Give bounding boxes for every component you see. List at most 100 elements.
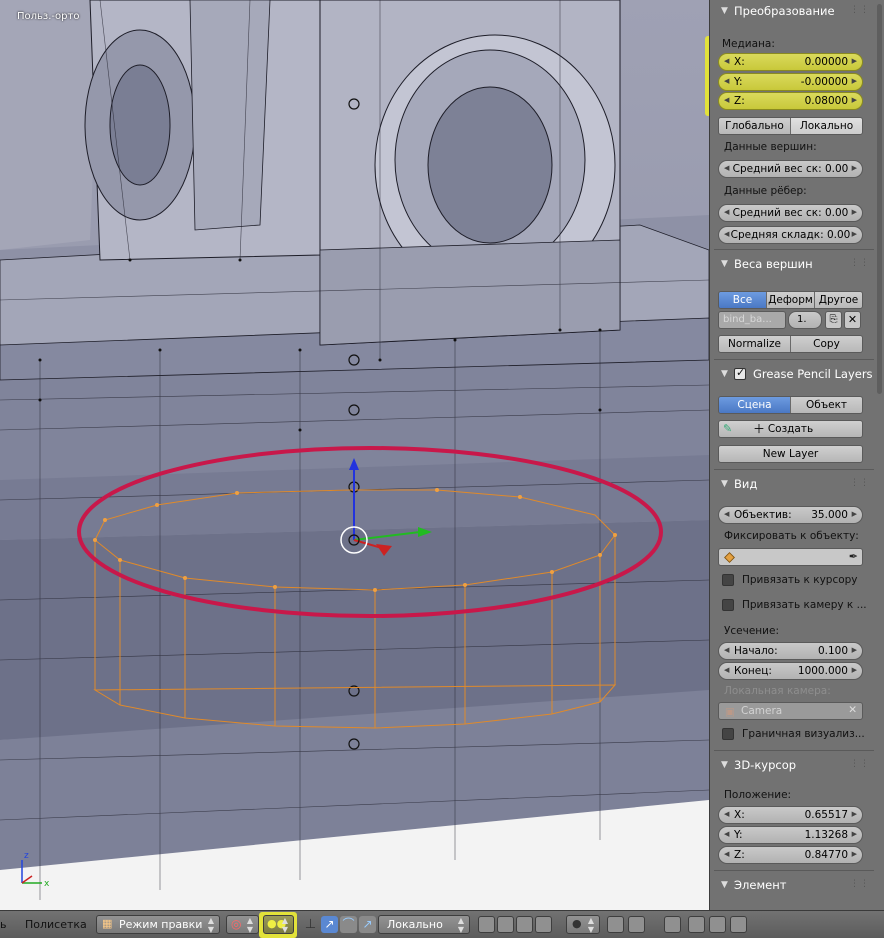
collapse-triangle-icon: ▼ (721, 880, 728, 890)
mesh-scene[interactable]: z x (0, 0, 709, 910)
pivot-dropdown[interactable]: ◎ ▲ ▼ (226, 915, 259, 934)
grab-icon[interactable] (688, 916, 705, 933)
lock-object-label: Фиксировать к объекту: (724, 530, 859, 542)
drag-grip-icon[interactable]: ⋮⋮ (850, 478, 870, 488)
remove-weight-icon[interactable]: ✕ (844, 311, 861, 329)
orientation-dropdown[interactable]: Локально ▲ ▼ (378, 915, 470, 934)
tab-scene[interactable]: Сцена (719, 397, 791, 413)
panel-title: Элемент (734, 878, 787, 892)
local-button[interactable]: Локально (791, 118, 862, 134)
grease-pencil-enable-checkbox[interactable] (734, 366, 746, 380)
render-animation-icon[interactable] (730, 916, 747, 933)
panel-header-element[interactable]: ▼ Элемент ⋮⋮ (710, 875, 878, 897)
snap-target-icon[interactable] (664, 916, 681, 933)
lock-to-cursor-label: Привязать к курсору (742, 574, 858, 586)
lock-to-cursor-checkbox[interactable] (722, 574, 734, 586)
axis-x-label: x (44, 879, 50, 889)
panel-header-vertex-weights[interactable]: ▼ Веса вершин ⋮⋮ (710, 254, 878, 276)
local-camera-field[interactable]: ▣ Camera ✕ (718, 702, 863, 720)
render-border-label: Граничная визуализ... (742, 728, 865, 740)
panel-title: Преобразование (734, 4, 835, 18)
manipulator-axis-icon[interactable]: ⊥ (302, 916, 319, 933)
tab-deform[interactable]: Деформ (767, 292, 815, 308)
weight-actions: Normalize Copy (718, 335, 863, 353)
panel-header-view[interactable]: ▼ Вид ⋮⋮ (710, 474, 878, 496)
cursor-x-field[interactable]: ◀ X: 0.65517 ▶ (718, 806, 863, 824)
drag-grip-icon[interactable]: ⋮⋮ (850, 879, 870, 889)
lens-field[interactable]: ◀ Объектив: 35.000 ▶ (718, 506, 863, 524)
vertex-bevel-weight-field[interactable]: ◀ Средний вес ск: 0.00 ▶ (718, 160, 863, 178)
cursor-z-field[interactable]: ◀ Z: 0.84770 ▶ (718, 846, 863, 864)
tab-all[interactable]: Все (719, 292, 767, 308)
vertex-group-weight[interactable]: 1. (788, 311, 822, 329)
edge-data-label: Данные рёбер: (724, 185, 807, 197)
panel-title: 3D-курсор (734, 758, 797, 772)
shading-dropdown[interactable]: ●● ▲ ▼ (263, 915, 294, 934)
pivot-icon: ◎ (231, 917, 242, 931)
new-layer-button[interactable]: New Layer (718, 445, 863, 463)
view3d-header: ь Полисетка ▦ Режим правки ▲ ▼ ◎ ▲ ▼ ●● ▲ ▼… (0, 910, 884, 938)
object-cube-icon (724, 552, 735, 563)
render-border-checkbox[interactable] (722, 728, 734, 740)
cursor-position-label: Положение: (724, 789, 792, 801)
drag-grip-icon[interactable]: ⋮⋮ (850, 759, 870, 769)
collapse-triangle-icon: ▼ (721, 259, 728, 269)
collapse-triangle-icon: ▼ (721, 6, 728, 16)
panel-title: Grease Pencil Layers (753, 367, 873, 381)
vertex-data-label: Данные вершин: (724, 141, 817, 153)
clip-end-field[interactable]: ◀ Конец: 1000.000 ▶ (718, 662, 863, 680)
median-x-field[interactable]: ◀ X: 0.00000 ▶ (718, 53, 863, 71)
collapse-triangle-icon: ▼ (721, 760, 728, 770)
scale-manipulator-icon[interactable]: ↗ (359, 916, 376, 933)
edit-mode-icon: ▦ (102, 917, 113, 930)
vertex-group-name[interactable]: bind_ba... (718, 311, 786, 329)
panel-header-transform[interactable]: ▼ Преобразование ⋮⋮ (710, 1, 878, 23)
edge-crease-field[interactable]: ◀ Средняя складк: 0.00 ▶ (718, 226, 863, 244)
eyedropper-icon[interactable]: ✒ (849, 550, 858, 563)
menu-mesh[interactable]: Полисетка (25, 918, 87, 931)
face-select-icon[interactable] (516, 916, 533, 933)
tab-other[interactable]: Другое (815, 292, 862, 308)
camera-icon: ▣ (725, 706, 735, 718)
global-button[interactable]: Глобально (719, 118, 791, 134)
tab-object[interactable]: Объект (791, 397, 862, 413)
panel-title: Вид (734, 477, 758, 491)
limit-selection-icon[interactable] (535, 916, 552, 933)
normalize-button[interactable]: Normalize (719, 336, 791, 352)
create-grease-pencil-button[interactable]: ✎ ＋ Создать (718, 420, 863, 438)
drag-grip-icon[interactable]: ⋮⋮ (850, 258, 870, 268)
clip-label: Усечение: (724, 625, 779, 637)
vertex-select-icon[interactable] (478, 916, 495, 933)
lock-camera-checkbox[interactable] (722, 599, 734, 611)
median-y-field[interactable]: ◀ Y: -0.00000 ▶ (718, 73, 863, 91)
median-z-field[interactable]: ◀ Z: 0.08000 ▶ (718, 92, 863, 110)
rotate-manipulator-icon[interactable]: ⌒ (340, 916, 357, 933)
lock-camera-label: Привязать камеру к ... (742, 599, 867, 611)
mode-dropdown[interactable]: ▦ Режим правки ▲ ▼ (96, 915, 220, 934)
collapse-triangle-icon: ▼ (721, 479, 728, 489)
snap-toggle-icon[interactable] (607, 916, 624, 933)
panel-header-grease-pencil[interactable]: ▼ Grease Pencil Layers (710, 364, 878, 386)
clear-camera-icon[interactable]: ✕ (848, 704, 857, 716)
drag-grip-icon[interactable]: ⋮⋮ (850, 5, 870, 15)
copy-button[interactable]: Copy (791, 336, 862, 352)
lock-object-field[interactable]: ✒ (718, 548, 863, 566)
panel-header-3d-cursor[interactable]: ▼ 3D-курсор ⋮⋮ (710, 755, 878, 777)
panel-scrollbar[interactable] (877, 4, 882, 394)
proportional-edit-dropdown[interactable]: ● ▲ ▼ (566, 915, 600, 934)
panel-title: Веса вершин (734, 257, 813, 271)
collapse-triangle-icon: ▼ (721, 369, 728, 379)
edge-select-icon[interactable] (497, 916, 514, 933)
clip-start-field[interactable]: ◀ Начало: 0.100 ▶ (718, 642, 863, 660)
cursor-y-field[interactable]: ◀ Y: 1.13268 ▶ (718, 826, 863, 844)
3d-viewport[interactable]: z x Польз.-орто (0, 0, 709, 910)
snap-element-icon[interactable] (628, 916, 645, 933)
paste-weight-icon[interactable]: ⎘ (825, 311, 842, 329)
plus-icon: ＋ (753, 422, 766, 436)
translate-manipulator-icon[interactable]: ↗ (321, 916, 338, 933)
grease-pencil-source-tabs: Сцена Объект (718, 396, 863, 414)
render-icon[interactable] (709, 916, 726, 933)
edge-bevel-weight-field[interactable]: ◀ Средний вес ск: 0.00 ▶ (718, 204, 863, 222)
local-camera-label: Локальная камера: (724, 685, 831, 697)
menu-select[interactable]: ь (0, 918, 6, 931)
